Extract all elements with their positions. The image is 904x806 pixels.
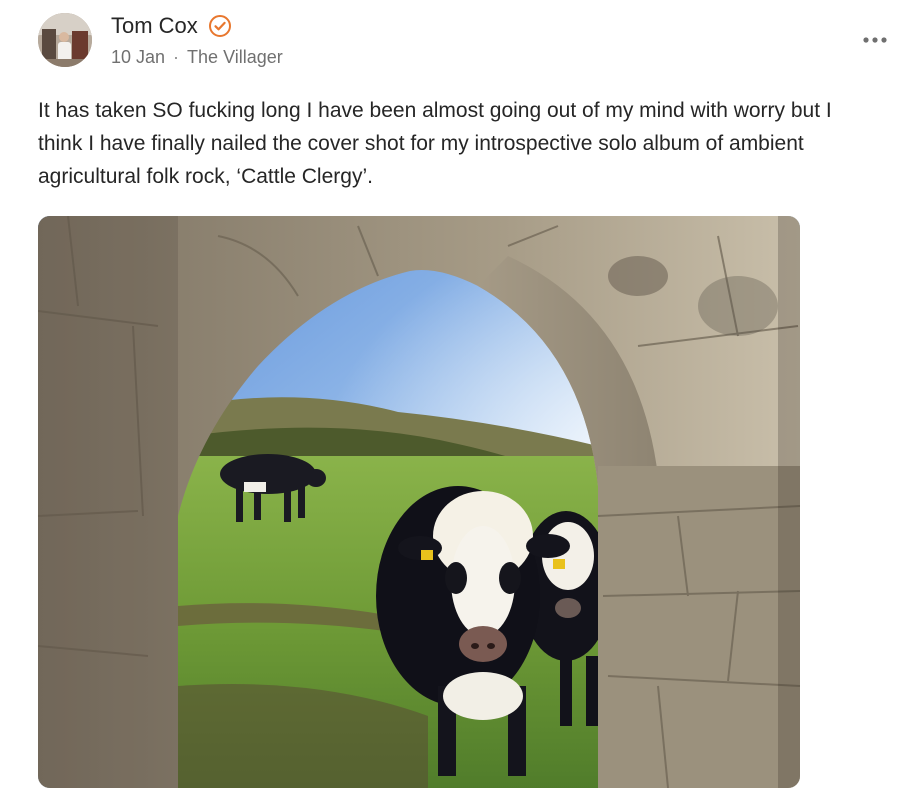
more-options-button[interactable] — [860, 28, 890, 52]
cows-through-stone-arch-photo — [38, 216, 800, 788]
post-image[interactable] — [38, 216, 800, 788]
publication-link[interactable]: The Villager — [187, 47, 283, 67]
post-card: Tom Cox 10 Jan · The Villager It has taken… — [0, 0, 904, 806]
post-date[interactable]: 10 Jan — [111, 47, 165, 67]
author-name[interactable]: Tom Cox — [111, 12, 198, 40]
post-body-text: It has taken SO fucking long I have been… — [38, 99, 832, 188]
verified-check-icon — [209, 15, 231, 37]
meta-separator: · — [173, 47, 180, 67]
author-avatar[interactable] — [38, 13, 92, 67]
more-horizontal-icon — [863, 37, 887, 43]
post-meta: 10 Jan · The Villager — [111, 45, 283, 69]
